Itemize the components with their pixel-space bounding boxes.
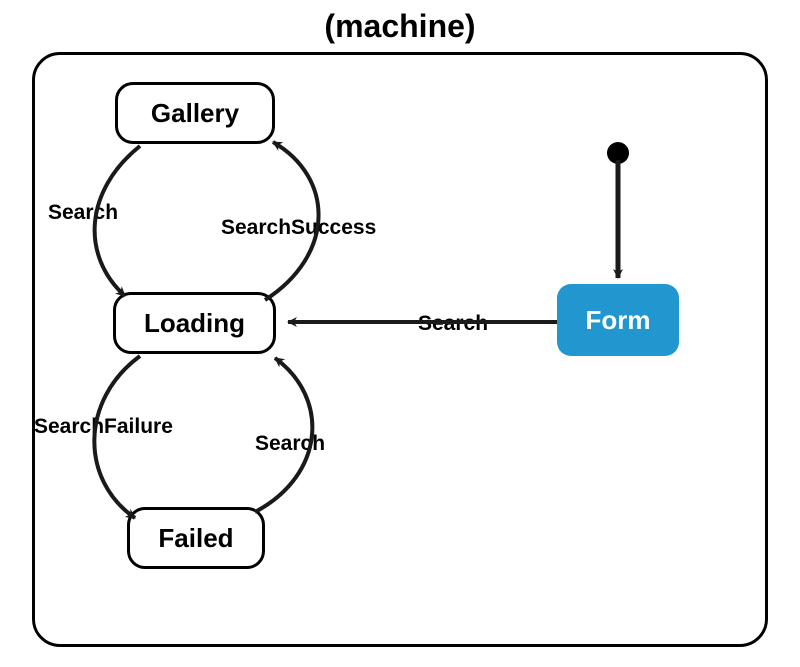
state-form-initial: Form	[557, 284, 679, 356]
transition-failed-to-loading: Search	[255, 432, 325, 456]
transition-loading-to-failed: SearchFailure	[34, 415, 173, 439]
transition-form-to-loading: Search	[418, 312, 488, 336]
transition-loading-to-gallery: SearchSuccess	[221, 216, 376, 240]
state-loading: Loading	[113, 292, 276, 354]
state-failed: Failed	[127, 507, 265, 569]
transition-gallery-to-loading: Search	[48, 201, 118, 225]
machine-title: (machine)	[324, 8, 475, 45]
state-gallery: Gallery	[115, 82, 275, 144]
